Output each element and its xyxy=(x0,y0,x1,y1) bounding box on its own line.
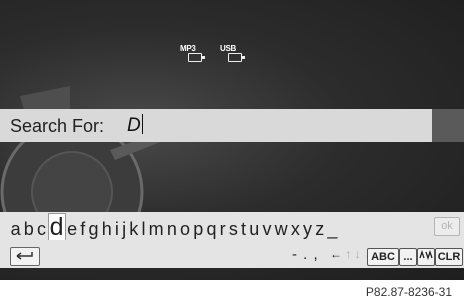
character-set-button[interactable] xyxy=(417,248,435,266)
letter-key[interactable]: r xyxy=(218,219,227,239)
letter-key[interactable]: k xyxy=(128,219,140,239)
abc-button[interactable]: ABC xyxy=(367,248,399,266)
search-bar-end xyxy=(432,109,464,142)
search-bar: Search For: D xyxy=(0,109,432,142)
letter-key[interactable]: n xyxy=(165,219,178,239)
clear-button[interactable]: CLR xyxy=(435,248,463,266)
symbol-keys[interactable]: - . , xyxy=(292,246,319,263)
character-set-icon xyxy=(419,249,433,261)
mp3-icon: MP3 xyxy=(180,44,210,64)
letter-key[interactable]: v xyxy=(261,219,273,239)
letter-key[interactable]: y xyxy=(301,219,313,239)
display-screen: MP3 USB Search For: D abcdefghijklmnopqr… xyxy=(0,0,464,280)
letter-key[interactable]: h xyxy=(100,219,113,239)
letter-key[interactable]: j xyxy=(121,219,128,239)
letter-key[interactable]: f xyxy=(79,219,87,239)
letter-key[interactable]: z xyxy=(314,219,326,239)
letter-key[interactable]: g xyxy=(87,219,100,239)
letter-key[interactable]: d xyxy=(47,213,66,240)
more-chars-button[interactable]: ... xyxy=(399,248,417,266)
letter-key[interactable]: s xyxy=(227,219,239,239)
ok-button[interactable]: ok xyxy=(434,217,460,236)
letter-key[interactable]: i xyxy=(113,219,120,239)
letter-key[interactable]: e xyxy=(66,219,79,239)
letter-key[interactable]: c xyxy=(35,219,47,239)
back-arrow-icon xyxy=(16,252,33,260)
figure-caption: P82.87-8236-31 xyxy=(365,285,452,299)
letter-key[interactable]: m xyxy=(147,219,165,239)
letter-key[interactable]: p xyxy=(192,219,205,239)
letter-key[interactable]: _ xyxy=(326,219,339,239)
letter-key[interactable]: q xyxy=(205,219,218,239)
letter-key[interactable]: a xyxy=(9,219,22,239)
search-input[interactable]: D xyxy=(127,114,147,138)
letter-key[interactable]: o xyxy=(178,219,191,239)
search-label: Search For: xyxy=(10,116,105,136)
letter-key[interactable]: w xyxy=(273,219,289,239)
letter-key[interactable]: u xyxy=(248,219,261,239)
letter-key[interactable]: l xyxy=(140,219,147,239)
arrow-down-key[interactable]: ↓ xyxy=(355,247,361,261)
letter-key[interactable]: b xyxy=(22,219,35,239)
arrow-up-key[interactable]: ↑ xyxy=(345,247,351,261)
letter-key[interactable]: t xyxy=(239,219,247,239)
letter-row: a b c d e f g h i j k l m n o p q r s t u v w x y z _ xyxy=(9,213,339,240)
arrow-left-key[interactable]: ← xyxy=(330,247,342,261)
letter-key[interactable]: x xyxy=(289,219,301,239)
function-row: - . , ← ↑ ↓ → ABC ... CLR xyxy=(0,246,464,268)
usb-icon: USB xyxy=(220,44,250,64)
back-button[interactable] xyxy=(10,247,40,266)
